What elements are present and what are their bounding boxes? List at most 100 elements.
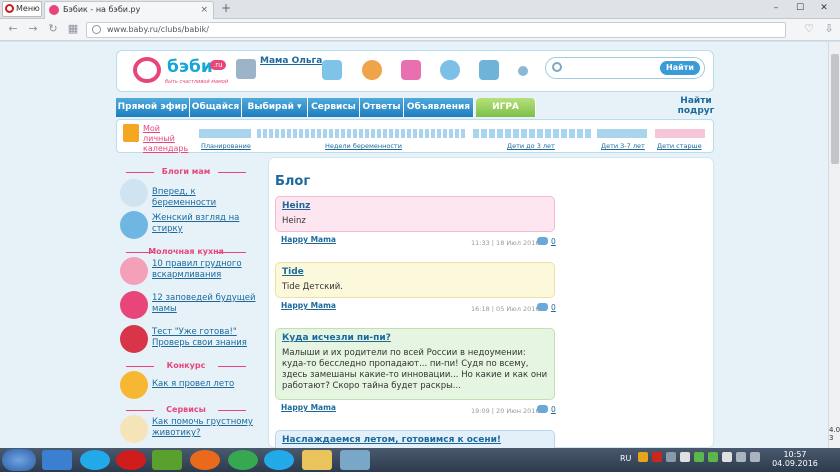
tray-icon[interactable]	[680, 452, 690, 462]
timeline-under3-bar[interactable]	[473, 129, 593, 138]
taskbar-utorrent-icon[interactable]	[152, 450, 182, 470]
opera-menu-button[interactable]: Меню	[2, 1, 42, 17]
bookmark-heart-icon[interactable]: ♡	[802, 22, 816, 36]
maximize-button[interactable]: ☐	[788, 1, 812, 17]
find-friends-link[interactable]: Найти подруг	[676, 96, 716, 116]
taskbar-folder-icon[interactable]	[302, 450, 332, 470]
web-page: бэби .ru быть счастливой мамой Мама Ольг…	[0, 42, 828, 448]
comment-count[interactable]: 0	[551, 405, 556, 414]
taskbar-chrome-icon[interactable]	[228, 450, 258, 470]
nav-live[interactable]: Прямой эфир	[116, 98, 190, 117]
post-meta: Happy Mama 11:33 | 18 Июл 2016 0	[275, 236, 556, 256]
post-author-link[interactable]: Happy Mama	[281, 236, 336, 244]
post-card: Куда исчезли пи-пи? Малыши и их родители…	[275, 328, 555, 400]
gifts-icon[interactable]	[401, 60, 421, 80]
breastfeeding-icon	[120, 257, 148, 285]
logo-heart-icon[interactable]	[133, 57, 161, 83]
tray-icon[interactable]	[638, 452, 648, 462]
post-title-link[interactable]: Heinz	[282, 201, 548, 211]
sidebar-link[interactable]: 10 правил грудного вскармливания	[152, 259, 256, 281]
volume-icon[interactable]	[750, 452, 760, 462]
post-body: Малыши и их родители по всей России в не…	[282, 348, 548, 391]
comment-icon[interactable]	[537, 237, 548, 245]
tray-icon[interactable]	[694, 452, 704, 462]
kid-profile-icon[interactable]	[362, 60, 382, 80]
back-arrow-icon[interactable]: ←	[6, 22, 20, 36]
user-avatar[interactable]	[236, 59, 256, 79]
post-title-link[interactable]: Наслаждаемся летом, готовимся к осени!	[282, 435, 548, 445]
reload-icon[interactable]: ↻	[46, 22, 60, 36]
sidebar-heading-blogs: Блоги мам	[116, 167, 256, 176]
blog-content: Блог Heinz Heinz Happy Mama 11:33 | 18 И…	[268, 157, 714, 448]
timeline-label-planning[interactable]: Планирование	[201, 142, 251, 150]
start-button[interactable]	[2, 449, 36, 471]
forward-arrow-icon[interactable]: →	[26, 22, 40, 36]
comment-count[interactable]: 0	[551, 237, 556, 246]
calendar-icon[interactable]	[123, 124, 139, 142]
language-indicator[interactable]: RU	[620, 454, 631, 463]
timeline-older-bar[interactable]	[655, 129, 705, 138]
post-title-link[interactable]: Куда исчезли пи-пи?	[282, 333, 548, 343]
timeline-label-older[interactable]: Дети старше	[657, 142, 702, 150]
sidebar-link[interactable]: Вперед, к беременности	[152, 187, 256, 209]
search-button[interactable]: Найти	[660, 61, 700, 75]
user-name-link[interactable]: Мама Ольга	[260, 56, 322, 66]
speed-dial-icon[interactable]: ▦	[66, 22, 80, 36]
comment-icon[interactable]	[537, 303, 548, 311]
nav-services[interactable]: Сервисы	[308, 98, 360, 117]
photos-icon[interactable]	[479, 60, 499, 80]
sidebar-link[interactable]: Как я провел лето	[152, 379, 256, 390]
scrollbar-thumb[interactable]	[831, 54, 839, 164]
sidebar: Блоги мам Вперед, к беременности Женский…	[116, 157, 256, 448]
download-icon[interactable]: ⇩	[822, 22, 836, 36]
nav-ads[interactable]: Объявления	[404, 98, 474, 117]
clock-time: 10:57	[783, 450, 807, 459]
messages-icon[interactable]	[322, 60, 342, 80]
timeline-label-weeks[interactable]: Недели беременности	[325, 142, 402, 150]
tab-close-icon[interactable]: ×	[200, 2, 208, 18]
tray-icon[interactable]	[666, 452, 676, 462]
taskbar-skype-icon[interactable]	[80, 450, 110, 470]
tray-icon[interactable]	[652, 452, 662, 462]
calendar-link[interactable]: Мой личный календарь	[143, 124, 193, 154]
search-input[interactable]	[566, 61, 650, 75]
taskbar-firefox-icon[interactable]	[190, 450, 220, 470]
more-dropdown-icon[interactable]	[518, 66, 528, 76]
minimize-button[interactable]: –	[764, 1, 788, 17]
timeline-planning-bar[interactable]	[199, 129, 251, 138]
comment-count[interactable]: 0	[551, 303, 556, 312]
taskbar-skype2-icon[interactable]	[264, 450, 294, 470]
network-icon[interactable]	[736, 452, 746, 462]
page-scrollbar[interactable]: 4.0 3	[828, 42, 840, 448]
sidebar-link[interactable]: Тест "Уже готова!" Проверь свои знания	[152, 327, 256, 349]
post-title-link[interactable]: Tide	[282, 267, 548, 277]
new-tab-button[interactable]: +	[218, 2, 234, 16]
tray-icon[interactable]	[722, 452, 732, 462]
timeline-label-under3[interactable]: Дети до 3 лет	[507, 142, 555, 150]
nav-choose[interactable]: Выбирай ▾	[242, 98, 308, 117]
post-author-link[interactable]: Happy Mama	[281, 302, 336, 310]
chat-icon[interactable]	[440, 60, 460, 80]
taskbar-clock[interactable]: 10:57 04.09.2016	[770, 450, 820, 468]
tray-icon[interactable]	[708, 452, 718, 462]
logo-text[interactable]: бэби	[167, 57, 213, 77]
nav-game[interactable]: ИГРА	[476, 98, 536, 117]
nav-communicate[interactable]: Общайся	[190, 98, 242, 117]
timeline-weeks-bar[interactable]	[257, 129, 467, 138]
washing-machine-icon	[120, 211, 148, 239]
sidebar-link[interactable]: 12 заповедей будущей мамы	[152, 293, 256, 315]
timeline-label-3to7[interactable]: Дети 3-7 лет	[601, 142, 645, 150]
sidebar-link[interactable]: Женский взгляд на стирку	[152, 213, 256, 235]
nav-answers[interactable]: Ответы	[360, 98, 404, 117]
comment-icon[interactable]	[537, 405, 548, 413]
url-field[interactable]: www.baby.ru/clubs/babik/	[86, 22, 786, 38]
post-author-link[interactable]: Happy Mama	[281, 404, 336, 412]
taskbar-app-icon[interactable]	[340, 450, 370, 470]
windows-taskbar: RU 10:57 04.09.2016	[0, 448, 840, 472]
taskbar-app-a-icon[interactable]	[42, 450, 72, 470]
close-window-button[interactable]: ✕	[812, 1, 836, 17]
browser-tab[interactable]: Бэбик - на бэби.ру ×	[44, 1, 214, 19]
sidebar-link[interactable]: Как помочь грустному животику?	[152, 417, 256, 439]
taskbar-opera-icon[interactable]	[116, 450, 146, 470]
timeline-3to7-bar[interactable]	[597, 129, 647, 138]
